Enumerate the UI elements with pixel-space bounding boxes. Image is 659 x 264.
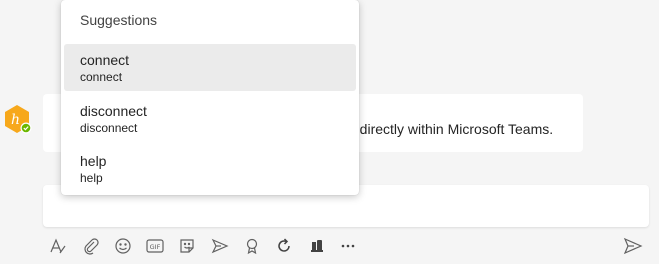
suggestion-sublabel: connect — [80, 70, 123, 84]
suggestions-title: Suggestions — [80, 12, 158, 28]
suggestion-item-help[interactable]: help help — [64, 145, 356, 192]
sticker-icon[interactable] — [175, 234, 199, 258]
schedule-meeting-icon[interactable] — [208, 234, 232, 258]
gif-icon[interactable]: GIF — [143, 234, 167, 258]
bot-avatar[interactable]: h — [2, 104, 32, 134]
compose-toolbar: GIF — [0, 232, 659, 260]
attach-icon[interactable] — [79, 234, 103, 258]
emoji-icon[interactable] — [111, 234, 135, 258]
bot-message-text: ns directly within Microsoft Teams. — [341, 121, 554, 137]
svg-text:h: h — [11, 112, 20, 128]
send-icon[interactable] — [621, 234, 645, 258]
suggestion-item-disconnect[interactable]: disconnect disconnect — [64, 95, 356, 142]
suggestions-popup: Suggestions connect connect disconnect d… — [61, 0, 359, 195]
loop-icon[interactable] — [272, 234, 296, 258]
suggestion-item-connect[interactable]: connect connect — [64, 44, 356, 91]
suggestion-sublabel: help — [80, 171, 103, 185]
suggestion-label: help — [80, 153, 107, 169]
svg-text:GIF: GIF — [150, 243, 161, 251]
suggestion-label: disconnect — [80, 103, 147, 119]
format-icon[interactable] — [46, 234, 70, 258]
apps-icon[interactable] — [305, 234, 329, 258]
suggestion-sublabel: disconnect — [80, 121, 138, 135]
more-options-icon[interactable] — [336, 234, 360, 258]
suggestion-label: connect — [80, 52, 130, 68]
praise-icon[interactable] — [240, 234, 264, 258]
